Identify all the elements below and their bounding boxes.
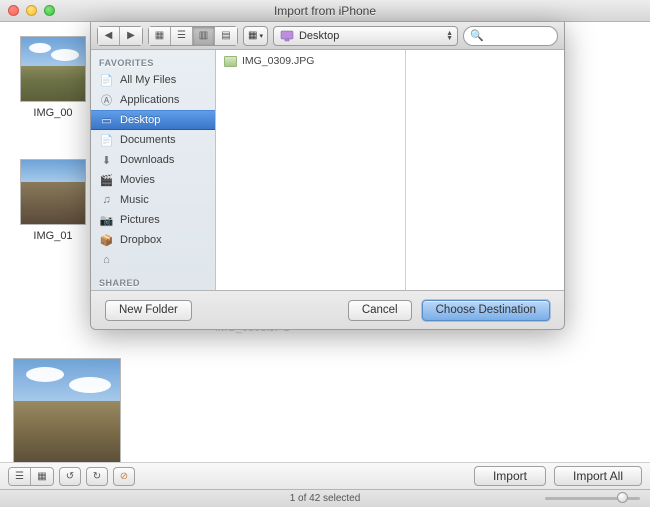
search-field[interactable]: 🔍 (463, 26, 558, 46)
documents-icon: 📄 (99, 134, 114, 147)
sidebar-item-movies[interactable]: 🎬Movies (91, 170, 215, 190)
save-dialog-sheet: ◀ ▶ ▦ ☰ ▥ ▤ ▦ ▾ Desktop ▲▼ 🔍 FAVORITES 📄… (90, 22, 565, 330)
dropbox-icon: 📦 (99, 234, 114, 247)
photo-thumbnail[interactable]: IMG_00 (13, 36, 93, 119)
choose-destination-button[interactable]: Choose Destination (422, 300, 550, 321)
arrange-popup[interactable]: ▦ ▾ (243, 26, 268, 46)
photo-thumbnail[interactable]: IMG_01 (13, 159, 93, 242)
location-popup[interactable]: Desktop ▲▼ (273, 26, 458, 46)
list-view-button[interactable]: ☰ (9, 468, 31, 485)
coverflow-view-button[interactable]: ▤ (215, 27, 237, 45)
view-mode-segment: ☰ ▦ (8, 467, 54, 486)
forward-button[interactable]: ▶ (120, 27, 142, 45)
sidebar-shared-header: SHARED (91, 274, 215, 290)
music-icon: ♫ (99, 194, 114, 207)
sidebar-item-applications[interactable]: ⒶApplications (91, 90, 215, 110)
sidebar-item-desktop[interactable]: ▭Desktop (91, 110, 215, 130)
home-icon: ⌂ (99, 254, 114, 267)
thumbnail-label: IMG_00 (33, 107, 72, 119)
thumbnail-zoom-slider[interactable] (545, 494, 640, 502)
thumbnail-image (20, 36, 86, 102)
all-my-files-icon: 📄 (99, 74, 114, 87)
sidebar-item-dropbox[interactable]: 📦Dropbox (91, 230, 215, 250)
file-column[interactable]: IMG_0309.JPG (216, 50, 406, 290)
sidebar-favorites-header: FAVORITES (91, 54, 215, 70)
window-titlebar: Import from iPhone (0, 0, 650, 22)
cancel-button[interactable]: Cancel (348, 300, 412, 321)
movies-icon: 🎬 (99, 174, 114, 187)
sidebar-item-downloads[interactable]: ⬇Downloads (91, 150, 215, 170)
location-label: Desktop (299, 30, 339, 42)
file-name: IMG_0309.JPG (242, 55, 314, 67)
delete-button[interactable]: ⊘ (113, 467, 135, 486)
thumbnail-image (20, 159, 86, 225)
thumbnail-label: IMG_01 (33, 230, 72, 242)
window-title: Import from iPhone (0, 4, 650, 18)
preview-column (406, 50, 564, 290)
import-button[interactable]: Import (474, 466, 546, 486)
image-file-icon (224, 56, 237, 67)
applications-icon: Ⓐ (99, 94, 114, 107)
dialog-toolbar: ◀ ▶ ▦ ☰ ▥ ▤ ▦ ▾ Desktop ▲▼ 🔍 (91, 22, 564, 50)
sidebar-item-all-my-files[interactable]: 📄All My Files (91, 70, 215, 90)
finder-sidebar: FAVORITES 📄All My Files ⒶApplications ▭D… (91, 50, 216, 290)
desktop-icon: ▭ (99, 114, 114, 127)
rotate-cw-button[interactable]: ↻ (86, 467, 108, 486)
list-view-button[interactable]: ☰ (171, 27, 193, 45)
sidebar-item-music[interactable]: ♫Music (91, 190, 215, 210)
rotate-ccw-button[interactable]: ↺ (59, 467, 81, 486)
search-input[interactable] (484, 30, 544, 42)
sidebar-item-home[interactable]: ⌂ (91, 250, 215, 270)
sidebar-item-documents[interactable]: 📄Documents (91, 130, 215, 150)
dialog-footer: New Folder Cancel Choose Destination (91, 291, 564, 329)
import-all-button[interactable]: Import All (554, 466, 642, 486)
pictures-icon: 📷 (99, 214, 114, 227)
column-view-button[interactable]: ▥ (193, 27, 215, 45)
desktop-icon (280, 30, 294, 42)
photo-thumbnail[interactable] (13, 358, 128, 466)
grid-view-button[interactable]: ▦ (31, 468, 53, 485)
bottom-toolbar: ☰ ▦ ↺ ↻ ⊘ Import Import All 1 of 42 sele… (0, 462, 650, 507)
new-folder-button[interactable]: New Folder (105, 300, 192, 321)
icon-view-button[interactable]: ▦ (149, 27, 171, 45)
thumbnail-image (13, 358, 121, 466)
downloads-icon: ⬇ (99, 154, 114, 167)
back-button[interactable]: ◀ (98, 27, 120, 45)
sidebar-item-pictures[interactable]: 📷Pictures (91, 210, 215, 230)
file-row[interactable]: IMG_0309.JPG (216, 54, 405, 68)
search-icon: 🔍 (470, 29, 484, 42)
